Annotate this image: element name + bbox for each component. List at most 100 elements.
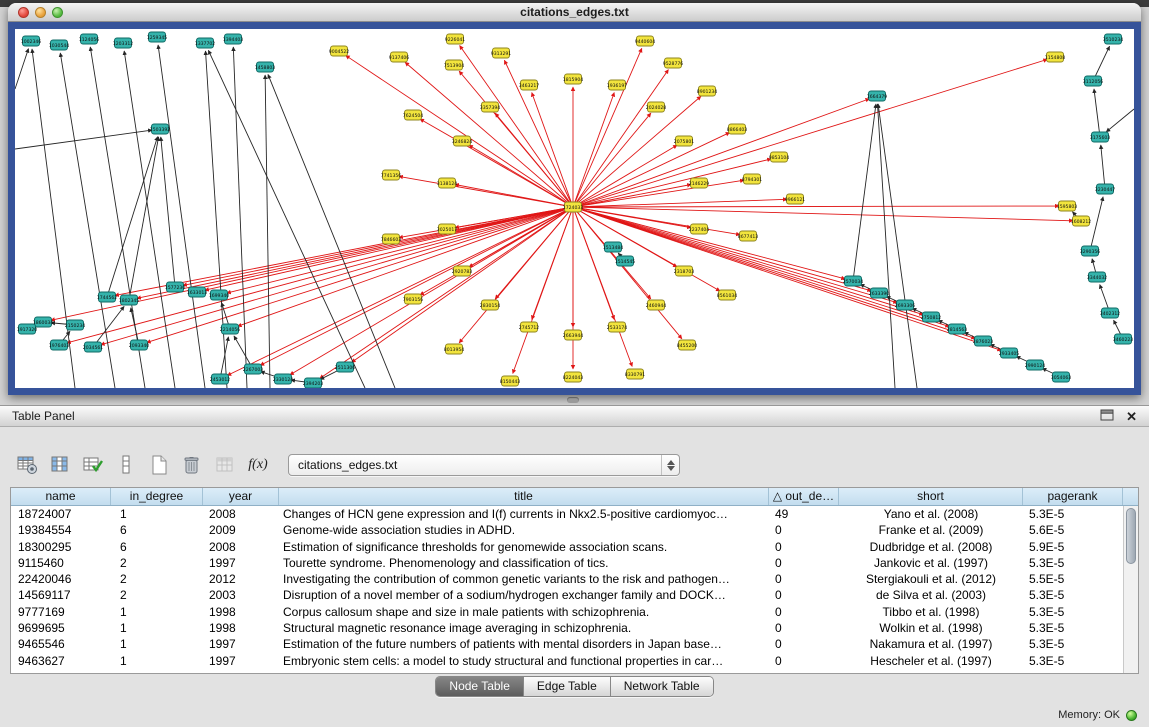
zoom-window-button[interactable] (52, 7, 63, 18)
graph-node[interactable]: 1394403 (223, 34, 244, 44)
graph-node[interactable]: 1577230 (165, 282, 186, 292)
graph-node[interactable]: 7513904 (444, 60, 465, 70)
graph-node[interactable]: 2920783 (452, 266, 473, 276)
table-row[interactable]: 946554611997Estimation of the future num… (11, 636, 1138, 652)
table-row[interactable]: 946362711997Embryonic stem cells: a mode… (11, 653, 1138, 669)
graph-node[interactable]: 1917320 (17, 324, 38, 334)
minimize-window-button[interactable] (35, 7, 46, 18)
graph-node[interactable]: 8013954 (444, 344, 465, 354)
graph-node[interactable]: 1802345 (119, 295, 140, 305)
table-panel-header[interactable]: Table Panel ✕ (0, 406, 1149, 427)
graph-node[interactable]: 8330791 (625, 369, 646, 379)
graph-node[interactable]: 8561034 (717, 290, 738, 300)
graph-node[interactable]: 8901234 (697, 86, 718, 96)
graph-node[interactable]: 2533174 (607, 322, 628, 332)
graph-node[interactable]: 1337702 (195, 38, 216, 48)
graph-node[interactable]: 1259345 (147, 32, 168, 42)
column-header-name[interactable]: name (11, 488, 111, 505)
network-canvas[interactable]: 1724033181590419361972024028207580121462… (15, 29, 1134, 388)
select-all-button[interactable] (80, 452, 106, 478)
close-panel-icon[interactable]: ✕ (1126, 410, 1137, 423)
graph-node[interactable]: 2214056 (220, 324, 241, 334)
graph-node[interactable]: 9853104 (769, 152, 790, 162)
table-row[interactable]: 1938455462009Genome-wide association stu… (11, 522, 1138, 538)
table-row[interactable]: 1830029562008Estimation of significance … (11, 539, 1138, 555)
graph-node[interactable]: 3054063 (1051, 372, 1072, 382)
graph-node[interactable]: 2745712 (519, 322, 540, 332)
graph-node[interactable]: 3246824 (452, 136, 473, 146)
graph-node[interactable]: 1154808 (1045, 52, 1066, 62)
graph-node[interactable]: 1503392 (150, 124, 171, 134)
graph-node[interactable]: 2150234 (65, 320, 86, 330)
close-window-button[interactable] (18, 7, 29, 18)
graph-node[interactable]: 9004522 (329, 46, 350, 56)
graph-node[interactable]: 1458803 (255, 62, 276, 72)
row-height-button[interactable] (113, 452, 139, 478)
graph-node[interactable]: 8866403 (727, 124, 748, 134)
float-panel-icon[interactable] (1100, 408, 1114, 426)
graph-node[interactable]: 9137406 (389, 52, 410, 62)
tab-node-table[interactable]: Node Table (436, 677, 524, 696)
graph-node[interactable]: 2460944 (646, 300, 667, 310)
graph-node[interactable]: 3463217 (519, 80, 540, 90)
graph-node[interactable]: 1664379 (867, 91, 888, 101)
graph-node[interactable]: 2394203 (303, 378, 324, 388)
graph-node[interactable]: 2330124 (273, 374, 294, 384)
graph-node[interactable]: 2663944 (563, 330, 584, 340)
graph-node[interactable]: 2024028 (646, 102, 667, 112)
graph-node[interactable]: 1002346 (21, 36, 42, 46)
graph-node[interactable]: 7741356 (381, 170, 402, 180)
graph-node[interactable]: 9528776 (663, 58, 684, 68)
table-chooser-select[interactable]: citations_edges.txt (288, 454, 680, 476)
column-header-title[interactable]: title (279, 488, 769, 505)
graph-node[interactable]: 2453012 (210, 374, 231, 384)
graph-node[interactable]: 9313291 (491, 48, 512, 58)
graph-node[interactable]: 1633013 (187, 287, 208, 297)
graph-node[interactable]: 2075801 (674, 136, 695, 146)
graph-node[interactable]: 1513484 (603, 242, 624, 252)
column-header-out_de[interactable]: △ out_de… (769, 488, 839, 505)
graph-node[interactable]: 1514545 (615, 256, 636, 266)
graph-node[interactable]: 8455200 (677, 340, 698, 350)
graph-node[interactable]: 2318703 (674, 266, 695, 276)
table-scrollbar[interactable] (1123, 506, 1138, 673)
window-titlebar[interactable]: citations_edges.txt (8, 3, 1141, 22)
graph-node[interactable]: 2570034 (843, 276, 864, 286)
graph-node[interactable]: 8224043 (563, 372, 584, 382)
graph-node[interactable]: 2093340 (129, 340, 150, 350)
graph-node[interactable]: 2146229 (689, 178, 710, 188)
graph-node[interactable]: 8794301 (742, 174, 763, 184)
graph-node[interactable]: 3510234 (1103, 34, 1124, 44)
graph-node[interactable]: 9966121 (785, 194, 806, 204)
graph-node[interactable]: 3025017 (437, 224, 458, 234)
graph-node[interactable]: 2633390 (869, 288, 890, 298)
graph-node[interactable]: 1936197 (607, 80, 628, 90)
graph-node[interactable]: 2693306 (895, 300, 916, 310)
column-header-year[interactable]: year (203, 488, 279, 505)
graph-node[interactable]: 1124056 (79, 34, 100, 44)
new-column-button[interactable] (146, 452, 172, 478)
graph-node[interactable]: 3344032 (1087, 272, 1108, 282)
graph-node[interactable]: 2267003 (243, 364, 264, 374)
graph-node[interactable]: 7903156 (403, 294, 424, 304)
table-row[interactable]: 1456911722003Disruption of a novel membe… (11, 587, 1138, 603)
graph-node[interactable]: 1595803 (1057, 201, 1078, 211)
graph-node[interactable]: 2511306 (335, 362, 356, 372)
graph-node[interactable]: 9226041 (445, 34, 466, 44)
tab-network-table[interactable]: Network Table (611, 677, 713, 696)
graph-node[interactable]: 3402312 (1100, 308, 1121, 318)
graph-node[interactable]: 1744562 (97, 292, 118, 302)
graph-node[interactable]: 7846603 (381, 234, 402, 244)
graph-node[interactable]: 3175603 (1090, 132, 1111, 142)
table-row[interactable]: 977716911998Corpus callosum shape and si… (11, 604, 1138, 620)
import-table-button[interactable] (212, 452, 238, 478)
graph-node[interactable]: 3230447 (1095, 184, 1116, 194)
graph-node[interactable]: 3357394 (480, 102, 501, 112)
graph-node[interactable]: 2830154 (480, 300, 501, 310)
graph-node[interactable]: 2750812 (921, 312, 942, 322)
graph-node[interactable]: 2814563 (947, 324, 968, 334)
graph-node[interactable]: 9440604 (635, 36, 656, 46)
show-columns-button[interactable] (47, 452, 73, 478)
graph-node[interactable]: 3460223 (1113, 334, 1134, 344)
graph-node[interactable]: 1699340 (209, 290, 230, 300)
